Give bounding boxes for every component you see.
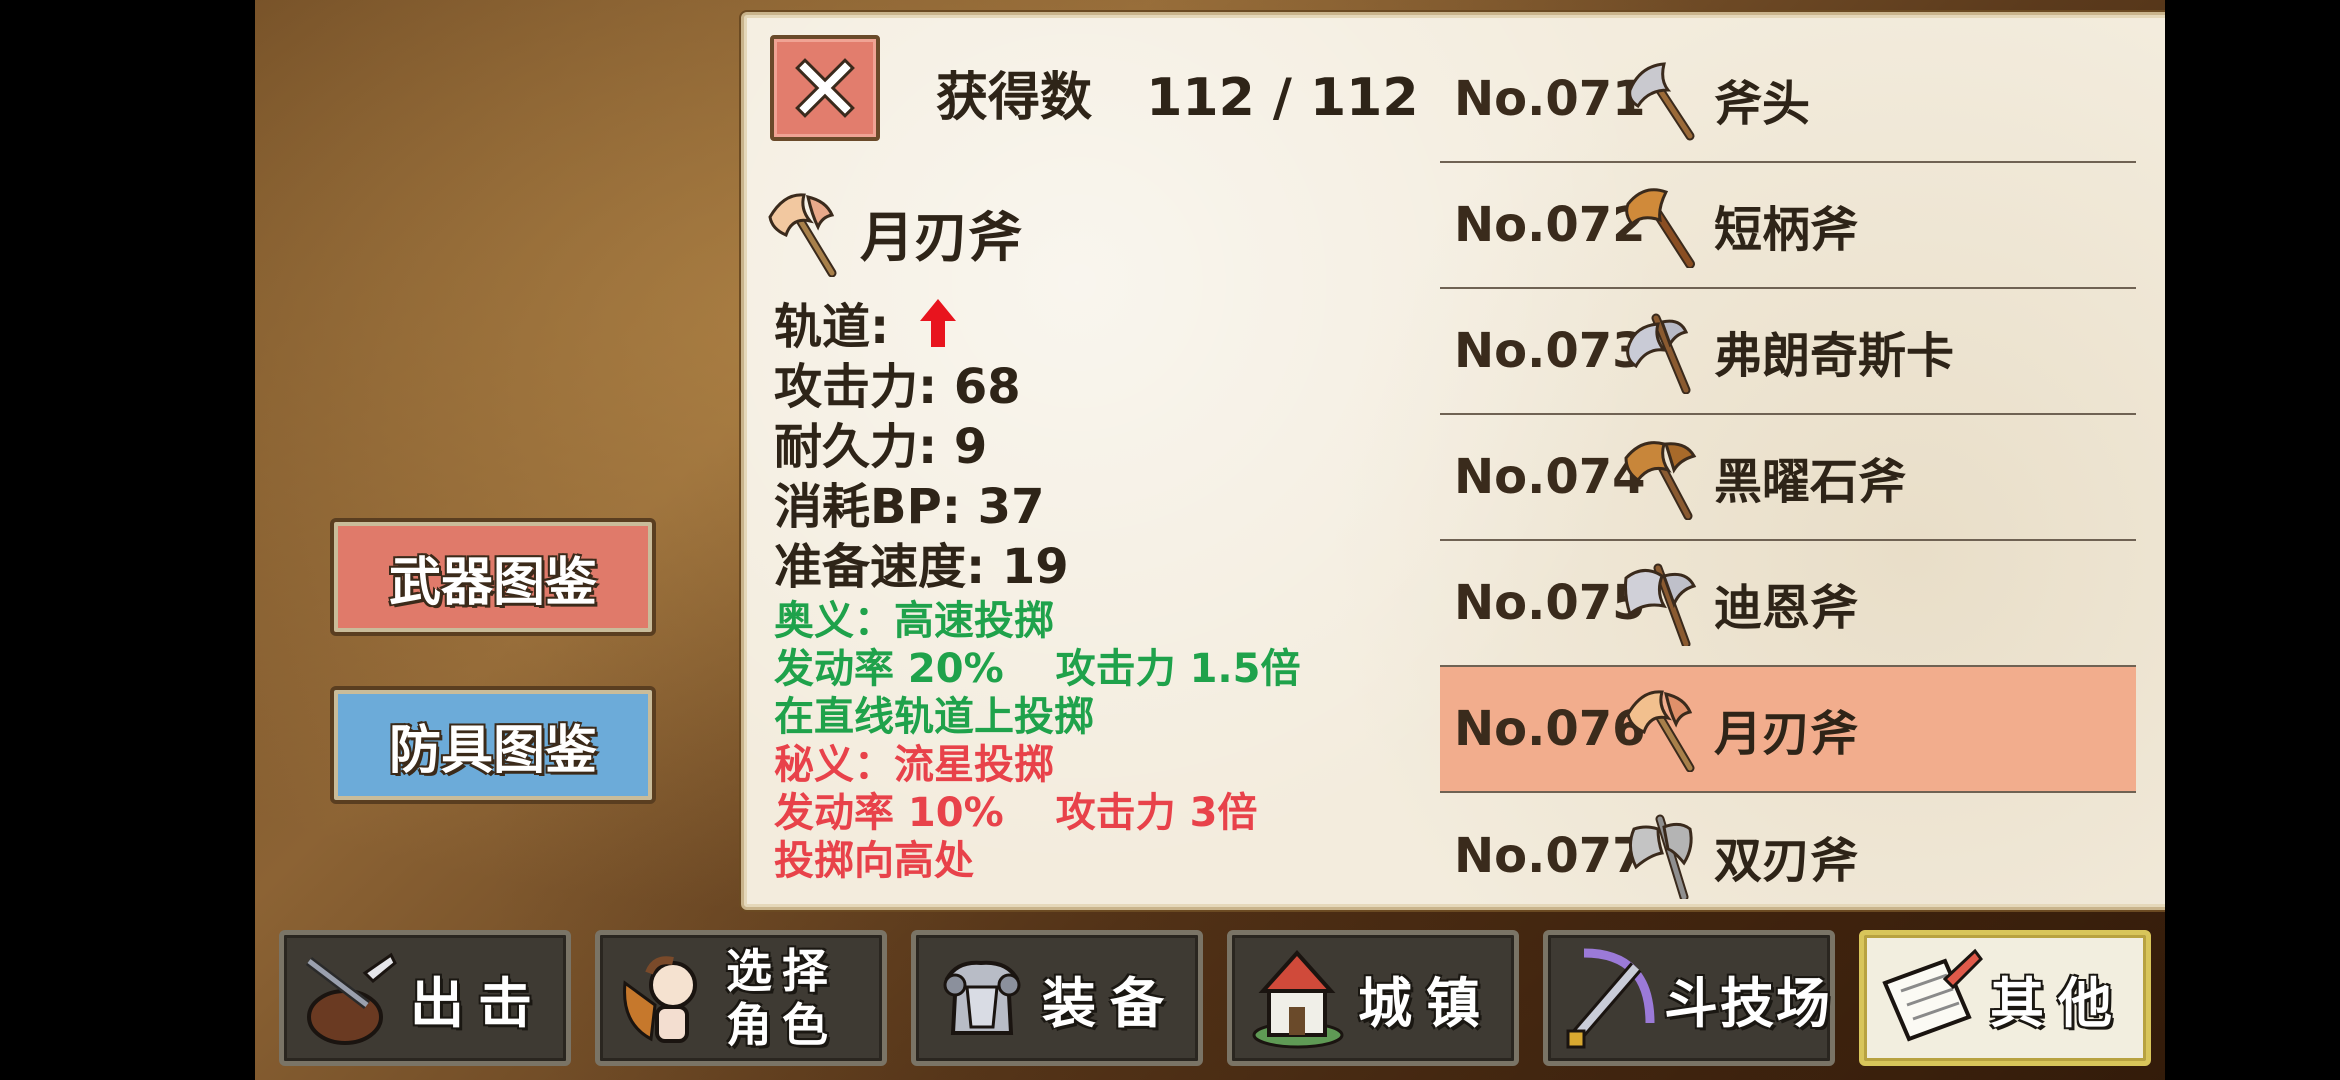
weapon-catalog-button[interactable]: 武器图鉴 [330, 518, 656, 636]
skill-red-rate: 发动率 10% [774, 790, 1004, 836]
nav-town-button[interactable]: 城镇 [1227, 930, 1519, 1066]
nav-arena-button[interactable]: 斗技场 [1543, 930, 1835, 1066]
catalog-panel: 获得数 112 / 112 月刃斧 轨道: 攻击力: 68 耐久力: 9 消耗B [741, 12, 2165, 910]
skill-green-power: 攻击力 1.5倍 [1055, 646, 1301, 692]
list-item[interactable]: No.077 双刃斧 [1440, 793, 2136, 919]
list-item-selected[interactable]: No.076 月刃斧 [1440, 667, 2136, 793]
short-axe-icon [1622, 180, 1704, 270]
scroll-icon [1870, 938, 1990, 1058]
game-screen: 武器图鉴 防具图鉴 获得数 112 / 112 月刃斧 轨道: 攻击力: 68 … [255, 0, 2165, 1080]
skill-red-title: 秘义：流星投掷 [774, 742, 1054, 788]
armor-icon [922, 938, 1042, 1058]
obtained-label: 获得数 [936, 68, 1093, 128]
sortie-icon [290, 938, 410, 1058]
item-number: No.073 [1454, 323, 1646, 379]
trajectory-label: 轨道: [774, 299, 890, 355]
bottom-nav: 出击 选择 角色 装备 城镇 斗技场 其他 [279, 930, 2151, 1070]
obtained-count: 获得数 112 / 112 [936, 55, 1419, 130]
close-button[interactable] [770, 35, 880, 141]
arena-icon [1554, 938, 1664, 1058]
item-name: 弗朗奇斯卡 [1714, 328, 1955, 384]
double-axe-icon [1622, 811, 1704, 901]
item-name: 月刃斧 [1714, 706, 1859, 762]
skill-red-power: 攻击力 3倍 [1055, 790, 1258, 836]
skill-green-title: 奥义：高速投掷 [774, 598, 1054, 644]
item-number: No.071 [1454, 71, 1646, 127]
item-name: 斧头 [1714, 76, 1811, 132]
list-item[interactable]: No.072 短柄斧 [1440, 163, 2136, 289]
weapon-header: 月刃斧 [762, 187, 1022, 277]
attack-stat: 攻击力: 68 [774, 359, 1021, 415]
item-name: 迪恩斧 [1714, 580, 1859, 636]
bp-cost-stat: 消耗BP: 37 [774, 479, 1045, 535]
nav-equip-label: 装备 [1042, 971, 1178, 1035]
ready-speed-stat: 准备速度: 19 [774, 539, 1069, 595]
item-name: 黑曜石斧 [1714, 454, 1907, 510]
trajectory-row: 轨道: [774, 297, 1300, 357]
nav-character-button[interactable]: 选择 角色 [595, 930, 887, 1066]
item-name: 双刃斧 [1714, 833, 1859, 889]
weapon-name: 月刃斧 [860, 205, 1022, 269]
up-arrow-icon [919, 299, 956, 347]
town-icon [1238, 938, 1358, 1058]
durability-stat: 耐久力: 9 [774, 419, 988, 475]
item-number: No.076 [1454, 701, 1646, 757]
moon-axe-icon [768, 193, 837, 277]
list-item[interactable]: No.071 斧头 [1440, 37, 2136, 163]
skill-red-desc: 投掷向高处 [774, 838, 974, 884]
nav-sortie-label: 出击 [410, 971, 546, 1035]
nav-sortie-button[interactable]: 出击 [279, 930, 571, 1066]
axe-icon [1622, 54, 1704, 144]
obsidian-axe-icon [1622, 432, 1704, 522]
weapon-list[interactable]: No.071 斧头 No.072 短柄斧 No.073 弗朗奇斯卡 No.074… [1440, 37, 2136, 919]
item-name: 短柄斧 [1714, 202, 1859, 258]
list-item[interactable]: No.075 迪恩斧 [1440, 541, 2136, 667]
nav-character-label-line1: 选择 [726, 944, 838, 998]
nav-character-label: 选择 角色 [726, 944, 838, 1052]
item-number: No.072 [1454, 197, 1646, 253]
skill-red-stats: 发动率 10% 攻击力 3倍 [774, 789, 1300, 837]
obtained-value: 112 / 112 [1146, 68, 1419, 128]
character-icon [606, 938, 726, 1058]
skill-green-desc: 在直线轨道上投掷 [774, 694, 1094, 740]
item-number: No.075 [1454, 575, 1646, 631]
list-item[interactable]: No.074 黑曜石斧 [1440, 415, 2136, 541]
armor-catalog-button[interactable]: 防具图鉴 [330, 686, 656, 804]
nav-equip-button[interactable]: 装备 [911, 930, 1203, 1066]
skill-green-stats: 发动率 20% 攻击力 1.5倍 [774, 645, 1300, 693]
close-icon [795, 58, 855, 118]
nav-arena-label: 斗技场 [1664, 971, 1832, 1035]
dane-axe-icon [1622, 558, 1704, 648]
nav-other-label: 其他 [1990, 971, 2126, 1035]
skill-green-rate: 发动率 20% [774, 646, 1004, 692]
francisca-icon [1622, 306, 1704, 396]
nav-character-label-line2: 角色 [726, 998, 838, 1052]
nav-other-button[interactable]: 其他 [1859, 930, 2151, 1066]
list-item[interactable]: No.073 弗朗奇斯卡 [1440, 289, 2136, 415]
item-number: No.074 [1454, 449, 1646, 505]
weapon-stats: 轨道: 攻击力: 68 耐久力: 9 消耗BP: 37 准备速度: 19 奥义：… [774, 297, 1300, 885]
item-number: No.077 [1454, 828, 1646, 884]
nav-town-label: 城镇 [1358, 971, 1494, 1035]
moon-axe-icon [1622, 684, 1704, 774]
